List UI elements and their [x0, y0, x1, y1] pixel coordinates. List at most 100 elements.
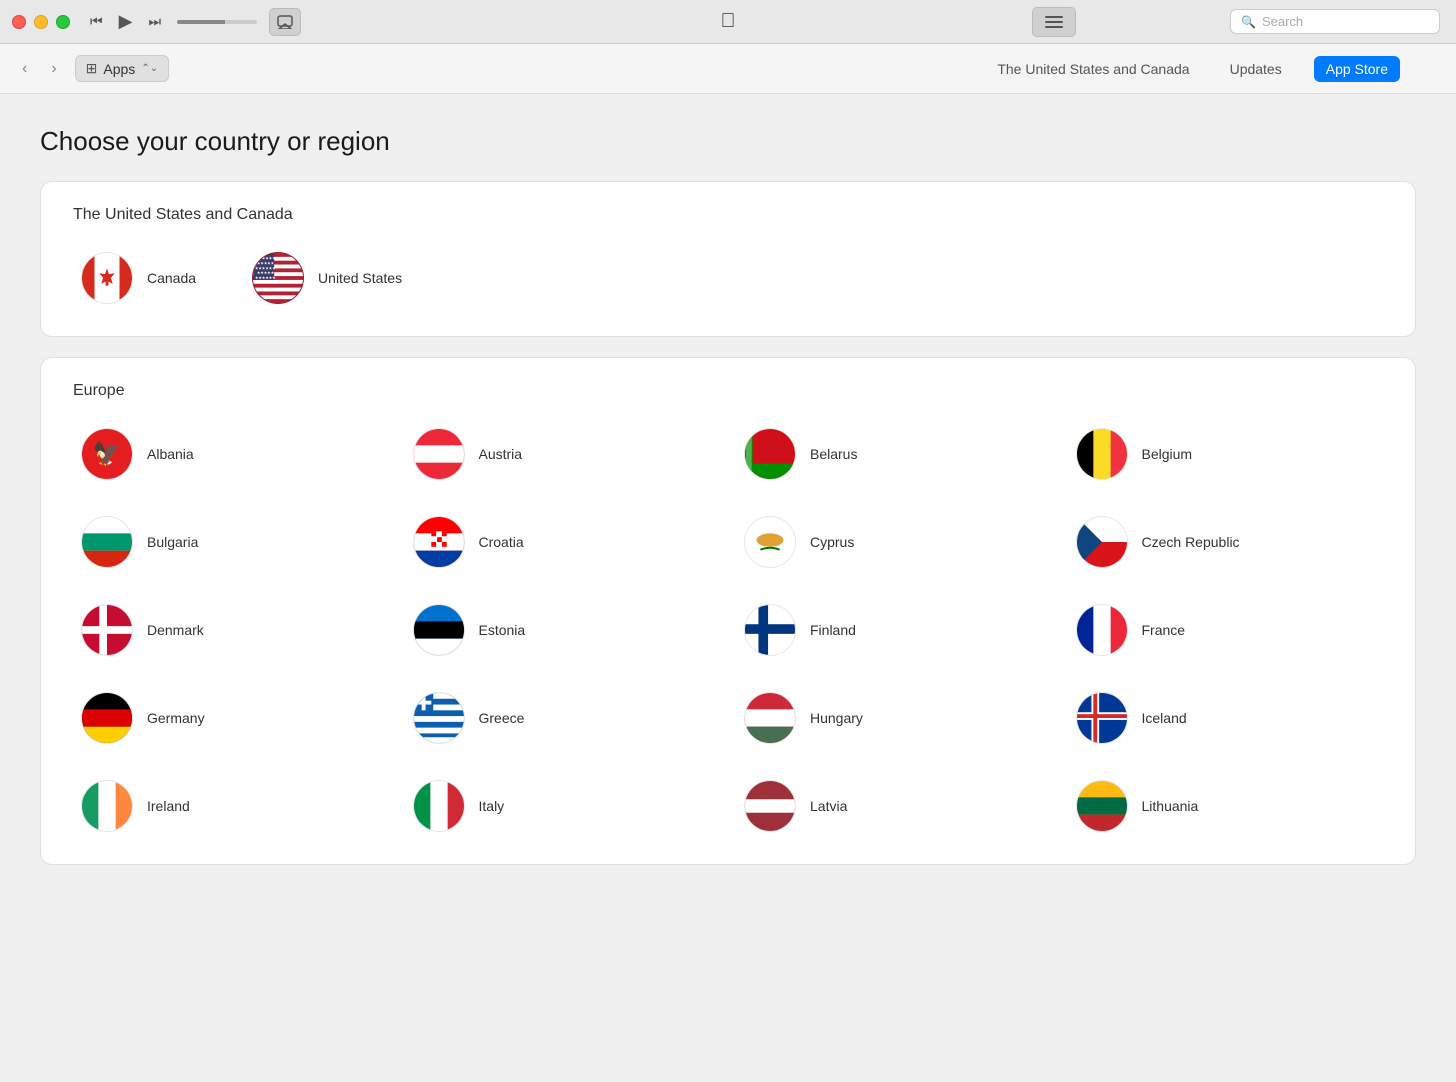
forward-button[interactable]: ›: [45, 56, 62, 82]
airplay-button[interactable]: [269, 8, 301, 36]
country-name-denmark: Denmark: [147, 622, 204, 638]
fast-forward-button[interactable]: ⏭: [144, 11, 165, 32]
country-item-finland[interactable]: Finland: [736, 596, 1052, 664]
flag-lithuania: [1076, 780, 1128, 832]
flag-hungary: [744, 692, 796, 744]
tab-library[interactable]: The United States and Canada: [989, 57, 1197, 81]
svg-text:★★★★★★: ★★★★★★: [255, 266, 276, 270]
maximize-button[interactable]: [56, 15, 70, 29]
apps-icon: ⊞: [86, 60, 98, 77]
search-placeholder: Search: [1262, 14, 1303, 29]
country-name-hungary: Hungary: [810, 710, 863, 726]
flag-croatia: [413, 516, 465, 568]
flag-ireland: [81, 780, 133, 832]
country-name-greece: Greece: [479, 710, 525, 726]
country-item-latvia[interactable]: Latvia: [736, 772, 1052, 840]
country-name-belarus: Belarus: [810, 446, 857, 462]
country-name-austria: Austria: [479, 446, 523, 462]
country-name-cyprus: Cyprus: [810, 534, 854, 550]
us-canada-title: The United States and Canada: [73, 206, 1383, 224]
main-content: Choose your country or region The United…: [0, 94, 1456, 1082]
svg-text:★★★★★: ★★★★★: [257, 271, 275, 275]
europe-title: Europe: [73, 382, 1383, 400]
flag-austria: [413, 428, 465, 480]
search-bar[interactable]: 🔍 Search: [1230, 9, 1440, 34]
country-item-hungary[interactable]: Hungary: [736, 684, 1052, 752]
country-name-czech: Czech Republic: [1142, 534, 1240, 550]
country-name-albania: Albania: [147, 446, 194, 462]
airplay-icon: [277, 15, 293, 29]
country-item-austria[interactable]: Austria: [405, 420, 721, 488]
flag-france: [1076, 604, 1128, 656]
flag-cyprus: [744, 516, 796, 568]
flag-belarus: [744, 428, 796, 480]
minimize-button[interactable]: [34, 15, 48, 29]
flag-us: ★★★★★★ ★★★★★ ★★★★★★ ★★★★★ ★★★★★★: [252, 252, 304, 304]
svg-text:🦅: 🦅: [93, 440, 122, 468]
us-canada-section: The United States and Canada: [40, 181, 1416, 337]
us-canada-grid: Canada ★★★★★★: [73, 244, 1383, 312]
play-button[interactable]: ▶: [115, 9, 137, 34]
country-name-ireland: Ireland: [147, 798, 190, 814]
search-icon: 🔍: [1241, 15, 1256, 29]
close-button[interactable]: [12, 15, 26, 29]
flag-germany: [81, 692, 133, 744]
apple-logo: : [721, 10, 736, 33]
country-name-italy: Italy: [479, 798, 505, 814]
country-item-lithuania[interactable]: Lithuania: [1068, 772, 1384, 840]
country-name-us: United States: [318, 270, 402, 286]
titlebar: ⏮ ▶ ⏭  🔍 Search: [0, 0, 1456, 44]
flag-italy: [413, 780, 465, 832]
flag-finland: [744, 604, 796, 656]
country-item-bulgaria[interactable]: Bulgaria: [73, 508, 389, 576]
flag-greece: [413, 692, 465, 744]
flag-denmark: [81, 604, 133, 656]
country-item-france[interactable]: France: [1068, 596, 1384, 664]
tab-appstore[interactable]: App Store: [1314, 56, 1400, 82]
country-name-latvia: Latvia: [810, 798, 847, 814]
nav-tabs: The United States and Canada Updates App…: [989, 56, 1400, 82]
apps-selector[interactable]: ⊞ Apps ⌃⌄: [75, 55, 169, 82]
flag-iceland: [1076, 692, 1128, 744]
country-name-finland: Finland: [810, 622, 856, 638]
country-item-cyprus[interactable]: Cyprus: [736, 508, 1052, 576]
country-item-greece[interactable]: Greece: [405, 684, 721, 752]
country-item-us[interactable]: ★★★★★★ ★★★★★ ★★★★★★ ★★★★★ ★★★★★★ United …: [244, 244, 410, 312]
toolbar: ‹ › ⊞ Apps ⌃⌄ The United States and Cana…: [0, 44, 1456, 94]
country-name-bulgaria: Bulgaria: [147, 534, 198, 550]
country-name-canada: Canada: [147, 270, 196, 286]
svg-text:★★★★★: ★★★★★: [257, 262, 275, 266]
country-item-belarus[interactable]: Belarus: [736, 420, 1052, 488]
country-item-canada[interactable]: Canada: [73, 244, 204, 312]
flag-czech: [1076, 516, 1128, 568]
flag-latvia: [744, 780, 796, 832]
country-item-belgium[interactable]: Belgium: [1068, 420, 1384, 488]
country-name-france: France: [1142, 622, 1186, 638]
country-name-germany: Germany: [147, 710, 205, 726]
country-item-croatia[interactable]: Croatia: [405, 508, 721, 576]
rewind-button[interactable]: ⏮: [86, 11, 107, 32]
menu-button[interactable]: [1032, 7, 1076, 37]
svg-text:★★★★★★: ★★★★★★: [255, 276, 276, 280]
media-controls: ⏮ ▶ ⏭: [86, 8, 301, 36]
tab-updates[interactable]: Updates: [1222, 57, 1290, 81]
country-item-italy[interactable]: Italy: [405, 772, 721, 840]
apps-label: Apps: [103, 61, 135, 77]
europe-section: Europe 🦅 Albania: [40, 357, 1416, 865]
country-item-estonia[interactable]: Estonia: [405, 596, 721, 664]
europe-countries-grid: 🦅 Albania Austria: [73, 420, 1383, 840]
country-item-germany[interactable]: Germany: [73, 684, 389, 752]
back-button[interactable]: ‹: [16, 56, 33, 82]
country-item-denmark[interactable]: Denmark: [73, 596, 389, 664]
country-item-albania[interactable]: 🦅 Albania: [73, 420, 389, 488]
chevron-down-icon: ⌃⌄: [141, 63, 158, 74]
volume-slider[interactable]: [177, 20, 257, 24]
country-item-ireland[interactable]: Ireland: [73, 772, 389, 840]
country-item-iceland[interactable]: Iceland: [1068, 684, 1384, 752]
country-name-estonia: Estonia: [479, 622, 526, 638]
country-name-croatia: Croatia: [479, 534, 524, 550]
traffic-lights: [12, 15, 70, 29]
flag-belgium: [1076, 428, 1128, 480]
country-name-belgium: Belgium: [1142, 446, 1193, 462]
country-item-czech[interactable]: Czech Republic: [1068, 508, 1384, 576]
